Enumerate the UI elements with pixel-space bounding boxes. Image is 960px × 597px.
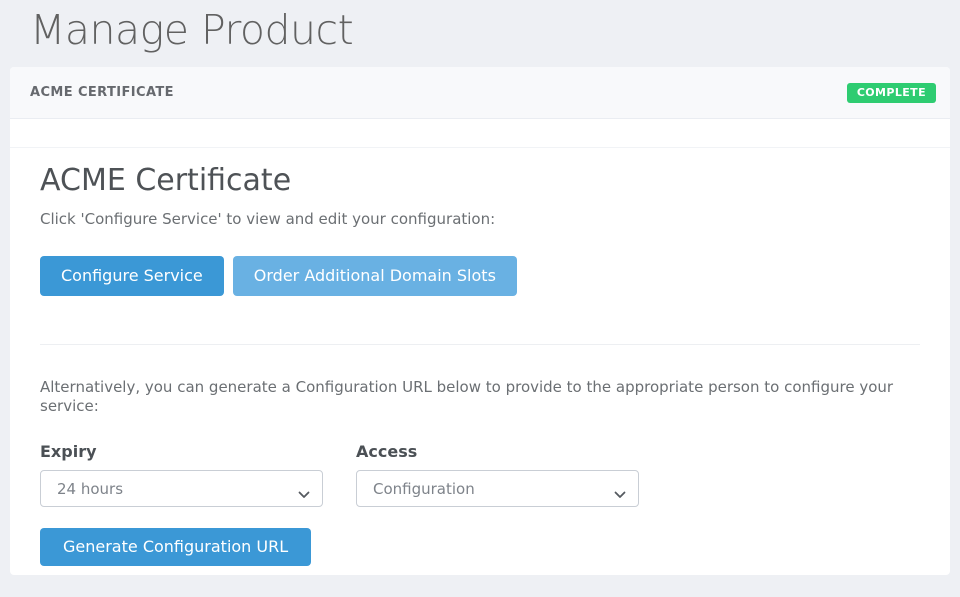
expiry-label: Expiry [40,442,323,461]
expiry-select[interactable]: 24 hours [40,470,323,507]
action-button-row: Configure Service Order Additional Domai… [40,256,920,296]
status-badge: COMPLETE [847,83,936,103]
configure-service-button[interactable]: Configure Service [40,256,224,296]
tab-strip [10,119,950,148]
access-select[interactable]: Configuration [356,470,639,507]
access-label: Access [356,442,639,461]
access-select-wrap: Configuration [356,470,639,507]
product-panel: ACME CERTIFICATE COMPLETE ACME Certifica… [10,67,950,575]
product-heading: ACME Certificate [40,163,920,198]
intro-text: Click 'Configure Service' to view and ed… [40,210,920,229]
panel-header: ACME CERTIFICATE COMPLETE [10,67,950,119]
order-additional-domain-slots-button[interactable]: Order Additional Domain Slots [233,256,517,296]
expiry-select-wrap: 24 hours [40,470,323,507]
panel-header-title: ACME CERTIFICATE [30,85,174,100]
section-divider [40,344,920,345]
page-title: Manage Product [0,0,960,67]
alternative-text: Alternatively, you can generate a Config… [40,378,920,416]
expiry-field-group: Expiry 24 hours [40,442,323,507]
panel-body: ACME Certificate Click 'Configure Servic… [10,148,950,566]
access-field-group: Access Configuration [356,442,639,507]
generate-configuration-url-button[interactable]: Generate Configuration URL [40,528,311,566]
config-url-form-row: Expiry 24 hours Access Configuration [40,442,920,507]
